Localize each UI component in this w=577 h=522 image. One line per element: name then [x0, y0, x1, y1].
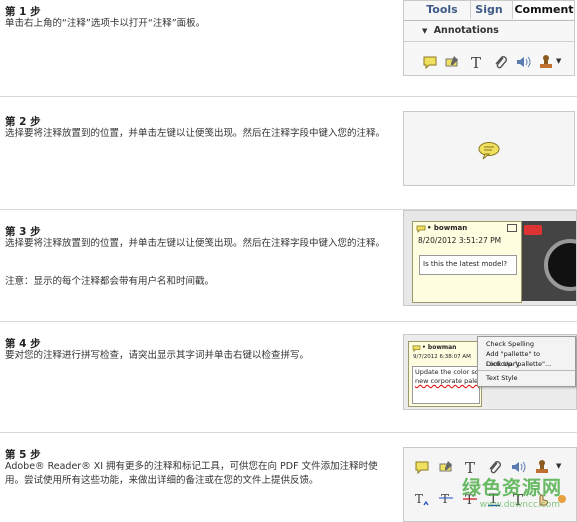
step-5: 第 5 步 Adobe® Reader® XI 拥有更多的注释和标记工具，可供您… [0, 433, 577, 522]
step-1: 第 1 步 单击右上角的“注释”选项卡以打开“注释”面板。 Tools Sign… [0, 0, 577, 96]
annotations-header[interactable]: ▼ Annotations [404, 22, 574, 40]
camera-flash [524, 225, 542, 235]
attach-file-icon[interactable] [492, 54, 508, 70]
chevron-down-icon[interactable]: ▼ [556, 57, 561, 65]
step-5-description: Adobe® Reader® XI 拥有更多的注释和标记工具，可供您在向 PDF… [5, 461, 378, 486]
comment-timestamp: 9/7/2012 6:38:07 AM [413, 354, 471, 360]
step-2-description: 选择要将注释放置到的位置，并单击左键以让便笺出现。然后在注释字段中键入您的注释。 [5, 128, 386, 139]
svg-text:T: T [415, 492, 423, 506]
options-icon[interactable] [507, 224, 517, 232]
menu-item-check-spelling[interactable]: Check Spelling [478, 339, 575, 349]
context-menu: Check Spelling Add "pallette" to Diction… [477, 336, 576, 387]
comment-text-line-2: new corporate palett [415, 377, 480, 385]
record-audio-icon[interactable] [515, 54, 531, 70]
sticky-note-icon[interactable] [422, 54, 438, 70]
sticky-note-icon [416, 225, 426, 233]
step-3-description: 选择要将注释放置到的位置，并单击左键以让便笺出现。然后在注释字段中键入您的注释。 [5, 238, 386, 249]
comment-popup[interactable]: • bowman 8/20/2012 3:51:27 PM Is this th… [412, 221, 522, 303]
step-4-description: 要对您的注释进行拼写检查，请突出显示其字词并单击右键以检查拼写。 [5, 350, 310, 361]
svg-text:T: T [471, 54, 481, 70]
step-4: 第 4 步 要对您的注释进行拼写检查，请突出显示其字词并单击右键以检查拼写。 •… [0, 322, 577, 432]
comment-panel-screenshot: Tools Sign Comment ▼ Annotations T ▼ [403, 0, 575, 76]
tab-comment[interactable]: Comment [512, 1, 574, 19]
menu-item-text-style[interactable]: Text Style [478, 373, 575, 383]
comment-author: • bowman [422, 344, 457, 351]
menu-divider [478, 370, 575, 371]
sticky-note-icon [412, 345, 421, 352]
tab-tools[interactable]: Tools [419, 1, 465, 19]
sticky-note-screenshot [403, 111, 575, 186]
step-3: 第 3 步 选择要将注释放置到的位置，并单击左键以让便笺出现。然后在注释字段中键… [0, 210, 577, 321]
comment-text-field[interactable]: Update the color sch new corporate palet… [412, 366, 480, 404]
watermark: 绿色资源网 www.downcc.com [436, 473, 576, 517]
sticky-note-icon[interactable] [477, 141, 501, 161]
chevron-down-icon[interactable]: ▼ [556, 462, 561, 470]
stamp-icon[interactable] [538, 54, 554, 70]
step-1-description: 单击右上角的“注释”选项卡以打开“注释”面板。 [5, 18, 206, 29]
highlight-text-icon[interactable] [444, 54, 460, 70]
annotations-label: Annotations [433, 25, 499, 36]
comment-timestamp: 8/20/2012 3:51:27 PM [418, 236, 502, 245]
comment-popup-screenshot: • bowman 8/20/2012 3:51:27 PM Is this th… [403, 210, 577, 306]
tab-sign[interactable]: Sign [470, 1, 507, 19]
step-2: 第 2 步 选择要将注释放置到的位置，并单击左键以让便笺出现。然后在注释字段中键… [0, 97, 577, 209]
comment-popup[interactable]: • bowman 9/7/2012 6:38:07 AM Update the … [408, 341, 482, 407]
step-3-note: 注意：显示的每个注释都会带有用户名和时间戳。 [5, 276, 215, 287]
comment-text-field[interactable]: Is this the latest model? [419, 255, 517, 275]
comment-text-line-1: Update the color sch [415, 368, 480, 376]
menu-item-look-up[interactable]: Look Up "pallette"... [478, 359, 575, 369]
insert-text-icon[interactable]: T [414, 491, 430, 507]
sticky-note-icon[interactable] [414, 459, 430, 475]
text-tool-icon[interactable]: T [468, 54, 484, 70]
watermark-logo-text: 绿色资源网 [461, 477, 562, 499]
watermark-url: www.downcc.com [479, 500, 560, 510]
triangle-down-icon: ▼ [422, 27, 428, 35]
comment-author: • bowman [427, 224, 468, 232]
comment-text: Is this the latest model? [423, 260, 508, 268]
menu-item-add-to-dictionary[interactable]: Add "pallette" to Dictionary [478, 349, 575, 368]
